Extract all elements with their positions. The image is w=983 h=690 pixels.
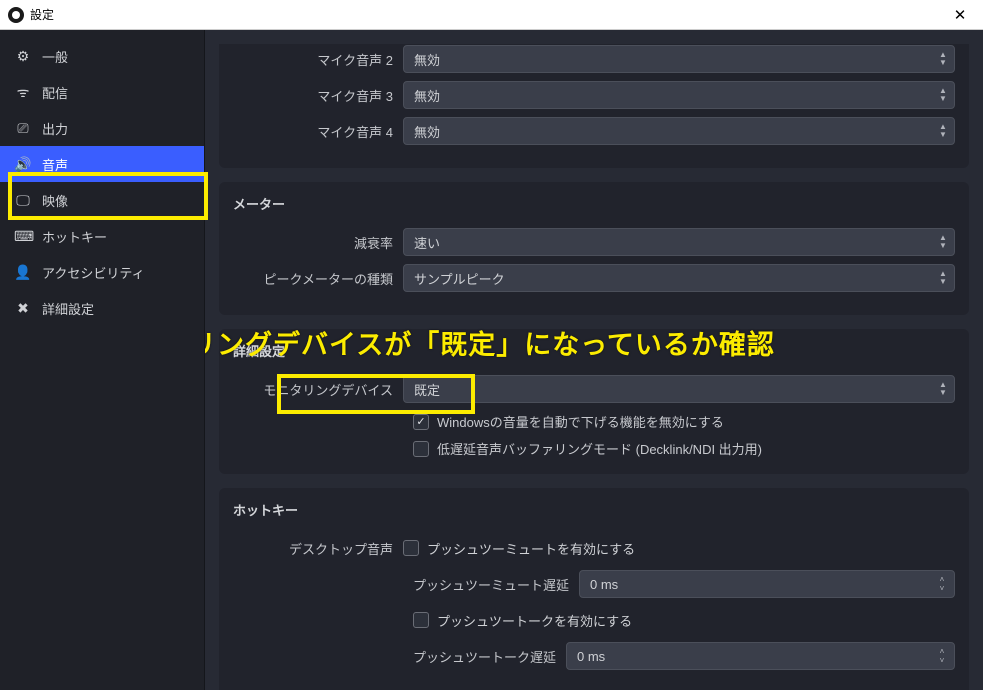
- output-icon: ⎚: [14, 120, 32, 137]
- ptm-enable-label: プッシュツーミュートを有効にする: [427, 539, 635, 558]
- keyboard-icon: ⌨: [14, 228, 32, 245]
- meter-heading: メーター: [233, 194, 955, 213]
- sidebar-item-label: アクセシビリティ: [42, 263, 145, 282]
- ptt-enable-label: プッシュツートークを有効にする: [437, 611, 632, 630]
- meter-group: メーター 減衰率 速い▲▼ ピークメーターの種類 サンプルピーク▲▼: [219, 182, 969, 315]
- sidebar-item-accessibility[interactable]: 👤 アクセシビリティ: [0, 254, 204, 290]
- sidebar-item-stream[interactable]: ᯤ 配信: [0, 74, 204, 110]
- speaker-icon: 🔊: [14, 156, 32, 173]
- ptt-delay-input[interactable]: 0 ms˄˅: [566, 642, 955, 670]
- main-area: ⚙ 一般 ᯤ 配信 ⎚ 出力 🔊 音声 🖵 映像 ⌨ ホットキー 👤 アクセシビリティ ✖ 詳細…: [0, 30, 983, 690]
- mic2-label: マイク音声 2: [233, 50, 403, 69]
- desktop-audio-label: デスクトップ音声: [233, 539, 403, 558]
- hotkey-group: ホットキー デスクトップ音声 プッシュツーミュートを有効にする プッシュツーミュ…: [219, 488, 969, 690]
- ptt-delay-label: プッシュツートーク遅延: [233, 647, 566, 666]
- peak-select[interactable]: サンプルピーク▲▼: [403, 264, 955, 292]
- antenna-icon: ᯤ: [14, 83, 32, 102]
- stepper-icon: ˄˅: [934, 647, 950, 665]
- sidebar-item-video[interactable]: 🖵 映像: [0, 182, 204, 218]
- mic3-select[interactable]: 無効▲▼: [403, 81, 955, 109]
- sidebar-item-output[interactable]: ⎚ 出力: [0, 110, 204, 146]
- ptt-enable-checkbox[interactable]: [413, 612, 429, 628]
- sidebar-item-label: 出力: [42, 119, 68, 138]
- sidebar: ⚙ 一般 ᯤ 配信 ⎚ 出力 🔊 音声 🖵 映像 ⌨ ホットキー 👤 アクセシビリティ ✖ 詳細…: [0, 30, 204, 690]
- sidebar-item-label: 配信: [42, 83, 68, 102]
- mic4-select[interactable]: 無効▲▼: [403, 117, 955, 145]
- monitor-label: モニタリングデバイス: [233, 380, 403, 399]
- app-icon: [8, 7, 24, 23]
- stepper-icon: ˄˅: [934, 575, 950, 593]
- sidebar-item-audio[interactable]: 🔊 音声: [0, 146, 204, 182]
- disable-ducking-checkbox[interactable]: [413, 414, 429, 430]
- gear-icon: ⚙: [14, 48, 32, 65]
- sidebar-item-label: 一般: [42, 47, 68, 66]
- annotation-text: モニタリングデバイスが「既定」になっているか確認: [204, 323, 775, 362]
- mic-group: マイク音声 2 無効▲▼ マイク音声 3 無効▲▼ マイク音声 4 無効▲▼: [219, 44, 969, 168]
- close-button[interactable]: ✕: [937, 0, 983, 30]
- sidebar-item-label: 音声: [42, 155, 68, 174]
- ptm-delay-input[interactable]: 0 ms˄˅: [579, 570, 955, 598]
- mic3-label: マイク音声 3: [233, 86, 403, 105]
- mic4-label: マイク音声 4: [233, 122, 403, 141]
- spin-icon: ▲▼: [934, 84, 952, 106]
- spin-icon: ▲▼: [934, 120, 952, 142]
- content-panel: マイク音声 2 無効▲▼ マイク音声 3 無効▲▼ マイク音声 4 無効▲▼ メ…: [204, 30, 983, 690]
- sidebar-item-label: ホットキー: [42, 227, 107, 246]
- hotkey-heading: ホットキー: [233, 500, 955, 519]
- monitor-icon: 🖵: [14, 192, 32, 209]
- peak-label: ピークメーターの種類: [233, 269, 403, 288]
- low-latency-label: 低遅延音声バッファリングモード (Decklink/NDI 出力用): [437, 439, 762, 458]
- spin-icon: ▲▼: [934, 378, 952, 400]
- sidebar-item-label: 映像: [42, 191, 68, 210]
- ptm-enable-checkbox[interactable]: [403, 540, 419, 556]
- sidebar-item-general[interactable]: ⚙ 一般: [0, 38, 204, 74]
- sidebar-item-hotkeys[interactable]: ⌨ ホットキー: [0, 218, 204, 254]
- sidebar-item-advanced[interactable]: ✖ 詳細設定: [0, 290, 204, 326]
- spin-icon: ▲▼: [934, 48, 952, 70]
- monitor-select[interactable]: 既定▲▼: [403, 375, 955, 403]
- tools-icon: ✖: [14, 300, 32, 317]
- low-latency-checkbox[interactable]: [413, 441, 429, 457]
- sidebar-item-label: 詳細設定: [42, 299, 94, 318]
- ptm-delay-label: プッシュツーミュート遅延: [233, 575, 579, 594]
- mic2-select[interactable]: 無効▲▼: [403, 45, 955, 73]
- decay-label: 減衰率: [233, 233, 403, 252]
- decay-select[interactable]: 速い▲▼: [403, 228, 955, 256]
- titlebar: 設定 ✕: [0, 0, 983, 30]
- spin-icon: ▲▼: [934, 231, 952, 253]
- disable-ducking-label: Windowsの音量を自動で下げる機能を無効にする: [437, 412, 724, 431]
- accessibility-icon: 👤: [14, 264, 32, 281]
- window-title: 設定: [30, 6, 54, 23]
- spin-icon: ▲▼: [934, 267, 952, 289]
